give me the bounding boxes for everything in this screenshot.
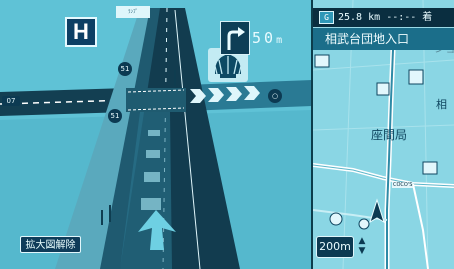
road-marker-icon: ○: [268, 89, 282, 103]
turn-right-arrow-icon: [220, 21, 250, 55]
turn-distance-unit: m: [276, 35, 283, 46]
map-place-label: 相: [436, 98, 447, 111]
hospital-icon: H: [65, 17, 97, 47]
turn-distance: 50m: [252, 24, 332, 52]
zoom-release-button[interactable]: 拡大図解除: [20, 236, 81, 253]
navigation-screen: ﾗﾝﾌﾟ H 51 51 07 ○ 拡大図解除 座間局 相 COCO'S G 2…: [0, 0, 454, 269]
map-place-label: 座間局: [371, 128, 408, 142]
map-scale-button[interactable]: 200m: [316, 236, 354, 258]
road-number-sign: 51: [118, 62, 132, 76]
turn-guidance-banner: 50m: [220, 21, 454, 55]
turn-distance-value: 50: [252, 29, 277, 47]
road-number-sign: 07: [2, 96, 20, 106]
scale-zoom-arrows-icon[interactable]: ▲ ▼: [356, 236, 368, 258]
poi-label: COCO'S: [392, 182, 414, 188]
road-number-sign: 51: [108, 109, 122, 123]
top-road-sign: ﾗﾝﾌﾟ: [116, 6, 150, 18]
